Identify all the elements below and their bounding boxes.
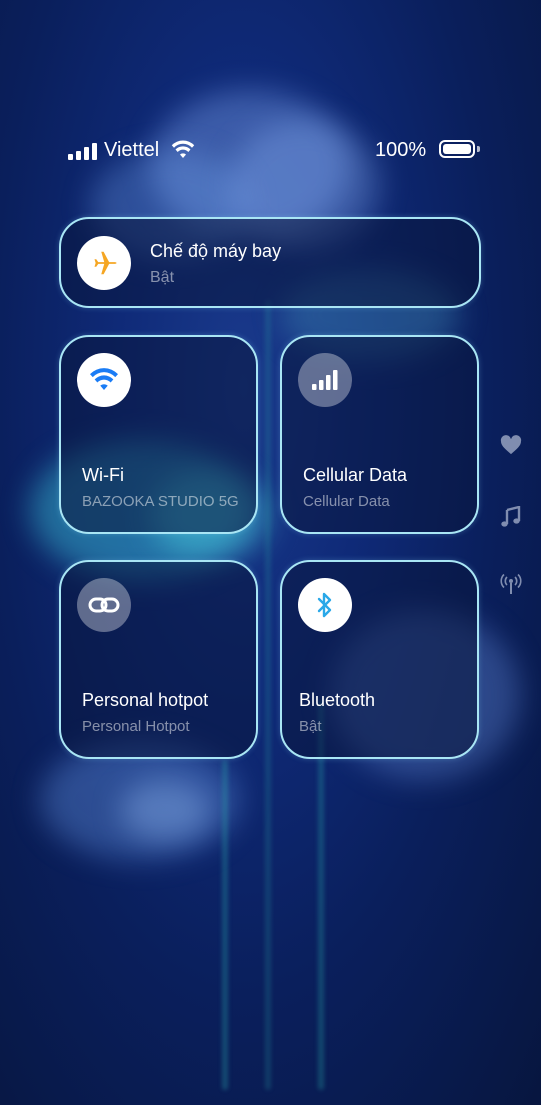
cellular-data-title: Cellular Data (303, 465, 408, 485)
bluetooth-title: Bluetooth (299, 690, 376, 710)
broadcast-icon[interactable] (498, 571, 524, 597)
bluetooth-icon (298, 578, 352, 632)
carrier-name: Viettel (104, 139, 160, 161)
status-bar: Viettel 100% (0, 138, 541, 164)
heart-icon[interactable] (498, 432, 524, 458)
airplane-mode-toggle[interactable]: Chế độ máy bay Bật (59, 217, 481, 308)
airplane-mode-label: Chế độ máy bay (150, 241, 282, 261)
battery-percentage: 100% (375, 139, 427, 161)
hotspot-subtitle: Personal Hotpot (82, 718, 190, 735)
link-icon (77, 578, 131, 632)
signal-strength-icon (68, 143, 98, 160)
cellular-data-subtitle: Cellular Data (303, 493, 390, 510)
cellular-bars-icon (298, 353, 352, 407)
battery-icon (439, 140, 475, 158)
bluetooth-tile[interactable]: Bluetooth Bật (280, 560, 479, 759)
wifi-status-icon (171, 140, 195, 165)
wifi-icon (77, 353, 131, 407)
hotspot-title: Personal hotpot (82, 690, 209, 710)
wifi-title: Wi-Fi (82, 465, 124, 485)
wallpaper-background (0, 0, 541, 1105)
wifi-network-name: BAZOOKA STUDIO 5G (82, 493, 239, 510)
battery-tip (477, 146, 480, 152)
wifi-tile[interactable]: Wi-Fi BAZOOKA STUDIO 5G (59, 335, 258, 534)
music-note-icon[interactable] (498, 504, 524, 530)
cellular-data-tile[interactable]: Cellular Data Cellular Data (280, 335, 479, 534)
airplane-icon (77, 236, 131, 290)
bluetooth-state: Bật (299, 718, 322, 735)
airplane-mode-state: Bật (150, 269, 175, 286)
personal-hotspot-tile[interactable]: Personal hotpot Personal Hotpot (59, 560, 258, 759)
